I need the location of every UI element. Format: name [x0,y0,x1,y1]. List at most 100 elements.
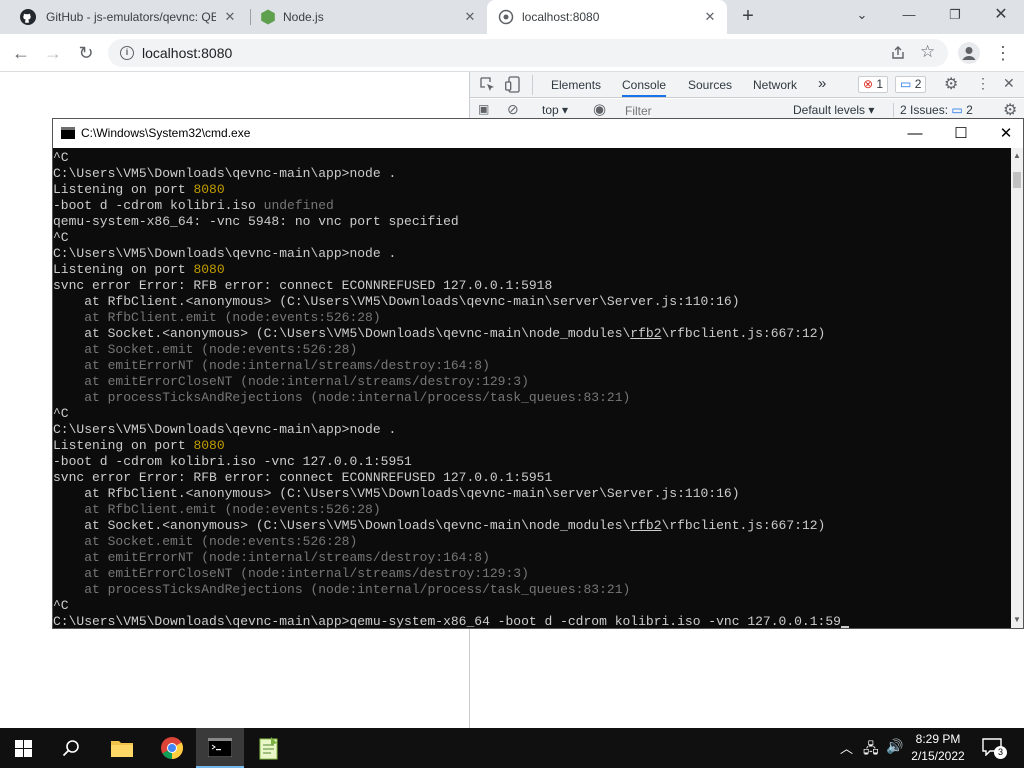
file-explorer-icon[interactable] [98,728,146,768]
share-icon[interactable] [890,45,906,61]
console-line: ^C [53,150,1011,166]
console-text: at emitErrorCloseNT (node:internal/strea… [53,374,529,389]
settings-gear-icon[interactable]: ⚙ [944,74,958,94]
clock-time[interactable]: 8:29 PM [908,732,968,746]
volume-icon[interactable]: 🔊 [886,738,903,755]
console-line: Listening on port 8080 [53,438,1011,454]
cmd-maximize-icon[interactable]: ☐ [941,122,981,146]
tab-title: GitHub - js-emulators/qevnc: QE [46,10,216,24]
console-line: at RfbClient.emit (node:events:526:28) [53,502,1011,518]
console-line: at RfbClient.<anonymous> (C:\Users\VM5\D… [53,294,1011,310]
console-text: at Socket.<anonymous> (C:\Users\VM5\Down… [53,326,631,341]
error-count: 1 [876,77,884,91]
console-text: 8080 [193,182,225,197]
message-icon: ▭ [900,77,912,91]
address-url[interactable]: localhost:8080 [142,45,232,61]
console-settings-gear-icon[interactable]: ⚙ [1003,100,1017,120]
tab-search-icon[interactable]: ⌄ [848,4,876,26]
device-toolbar-icon[interactable] [505,76,520,93]
console-line: -boot d -cdrom kolibri.iso -vnc 127.0.0.… [53,454,1011,470]
issues-button[interactable]: 2 Issues: ▭ 2 [893,103,973,117]
close-tab-icon[interactable]: ✕ [222,9,238,25]
message-count: 2 [914,77,922,91]
console-line: at Socket.emit (node:events:526:28) [53,534,1011,550]
console-text: C:\Users\VM5\Downloads\qevnc-main\app>no… [53,422,397,437]
scroll-up-icon[interactable]: ▲ [1011,150,1023,162]
console-line: at emitErrorNT (node:internal/streams/de… [53,358,1011,374]
scrollbar-thumb[interactable] [1013,172,1021,188]
text-cursor [840,626,849,628]
console-line: at emitErrorCloseNT (node:internal/strea… [53,566,1011,582]
forward-icon[interactable]: → [42,42,64,64]
close-devtools-icon[interactable]: ✕ [1003,75,1015,92]
notifications-icon[interactable]: 3 [982,738,1007,759]
console-line: svnc error Error: RFB error: connect ECO… [53,278,1011,294]
console-text: svnc error Error: RFB error: connect ECO… [53,278,553,293]
console-line: C:\Users\VM5\Downloads\qevnc-main\app>qe… [53,614,1011,628]
address-bar[interactable]: i localhost:8080 ☆ [108,39,948,67]
tab-github[interactable]: GitHub - js-emulators/qevnc: QE ✕ [0,0,250,34]
tab-localhost[interactable]: localhost:8080 ✕ [487,0,727,34]
console-line: qemu-system-x86_64: -vnc 5948: no vnc po… [53,214,1011,230]
site-info-icon[interactable]: i [120,46,134,60]
tab-elements[interactable]: Elements [551,78,601,92]
minimize-icon[interactable]: — [895,4,923,26]
console-text: at Socket.emit (node:events:526:28) [53,534,358,549]
cmd-minimize-icon[interactable]: — [895,122,935,146]
tab-console[interactable]: Console [622,78,667,97]
clock-date[interactable]: 2/15/2022 [908,749,968,763]
notepad-plus-plus-icon[interactable] [245,728,293,768]
show-hidden-icons-chevron-icon[interactable]: ︿ [840,738,853,757]
new-tab-button[interactable]: + [738,6,758,27]
console-text: rfb2 [630,326,662,341]
reload-icon[interactable]: ↻ [75,42,97,64]
console-text: qemu-system-x86_64: -vnc 5948: no vnc po… [53,214,459,229]
browser-menu-icon[interactable]: ⋮ [992,42,1014,64]
console-text: at emitErrorNT (node:internal/streams/de… [53,358,490,373]
log-levels-select[interactable]: Default levels ▾ [793,103,874,117]
tab-nodejs[interactable]: Node.js ✕ [250,0,486,34]
cmd-window-icon [61,127,75,139]
tab-network[interactable]: Network [753,78,797,92]
back-icon[interactable]: ← [10,42,32,64]
close-tab-icon[interactable]: ✕ [702,9,718,25]
console-line: ^C [53,406,1011,422]
close-tab-icon[interactable]: ✕ [462,9,478,25]
chrome-icon[interactable] [148,728,196,768]
search-icon[interactable] [62,739,80,757]
console-line: at Socket.<anonymous> (C:\Users\VM5\Down… [53,518,1011,534]
bookmark-star-icon[interactable]: ☆ [920,42,935,62]
sidebar-toggle-icon[interactable]: ▣ [478,102,489,116]
cmd-output[interactable]: ^C C:\Users\VM5\Downloads\qevnc-main\app>… [53,148,1011,628]
message-count-badge[interactable]: ▭ 2 [895,76,927,93]
network-icon[interactable]: 🖧 [863,738,879,762]
cmd-icon[interactable] [196,728,244,768]
tab-sources[interactable]: Sources [688,78,732,92]
cmd-titlebar[interactable]: C:\Windows\System32\cmd.exe — ☐ ✕ [53,119,1023,148]
clear-console-icon[interactable]: ⊘ [507,101,519,118]
profile-avatar-icon[interactable] [958,42,980,64]
console-text: at Socket.emit (node:events:526:28) [53,342,358,357]
browser-toolbar: ← → ↻ i localhost:8080 ☆ ⋮ [0,34,1024,72]
devtools-menu-icon[interactable]: ⋮ [976,75,990,92]
console-line: C:\Users\VM5\Downloads\qevnc-main\app>no… [53,166,1011,182]
console-text: 8080 [193,262,225,277]
console-text: at processTicksAndRejections (node:inter… [53,582,631,597]
context-select[interactable]: top ▾ [542,103,568,117]
console-line: at Socket.emit (node:events:526:28) [53,342,1011,358]
inspect-element-icon[interactable] [480,77,495,92]
restore-icon[interactable]: ❐ [941,4,969,26]
devtools-tab-bar: Elements Console Sources Network » ⊗ 1 ▭… [470,72,1024,98]
issue-icon: ▭ [951,103,963,117]
scroll-down-icon[interactable]: ▼ [1011,614,1023,626]
console-text: undefined [263,198,334,213]
windows-start-icon[interactable] [15,740,32,757]
live-expression-eye-icon[interactable]: ◉ [593,100,606,118]
cmd-close-icon[interactable]: ✕ [986,122,1024,146]
notification-count: 3 [994,746,1007,759]
close-window-icon[interactable]: ✕ [987,4,1015,26]
more-tabs-icon[interactable]: » [818,75,826,92]
console-line: at emitErrorCloseNT (node:internal/strea… [53,374,1011,390]
error-count-badge[interactable]: ⊗ 1 [858,76,889,93]
cmd-scrollbar[interactable]: ▲ ▼ [1011,148,1023,628]
